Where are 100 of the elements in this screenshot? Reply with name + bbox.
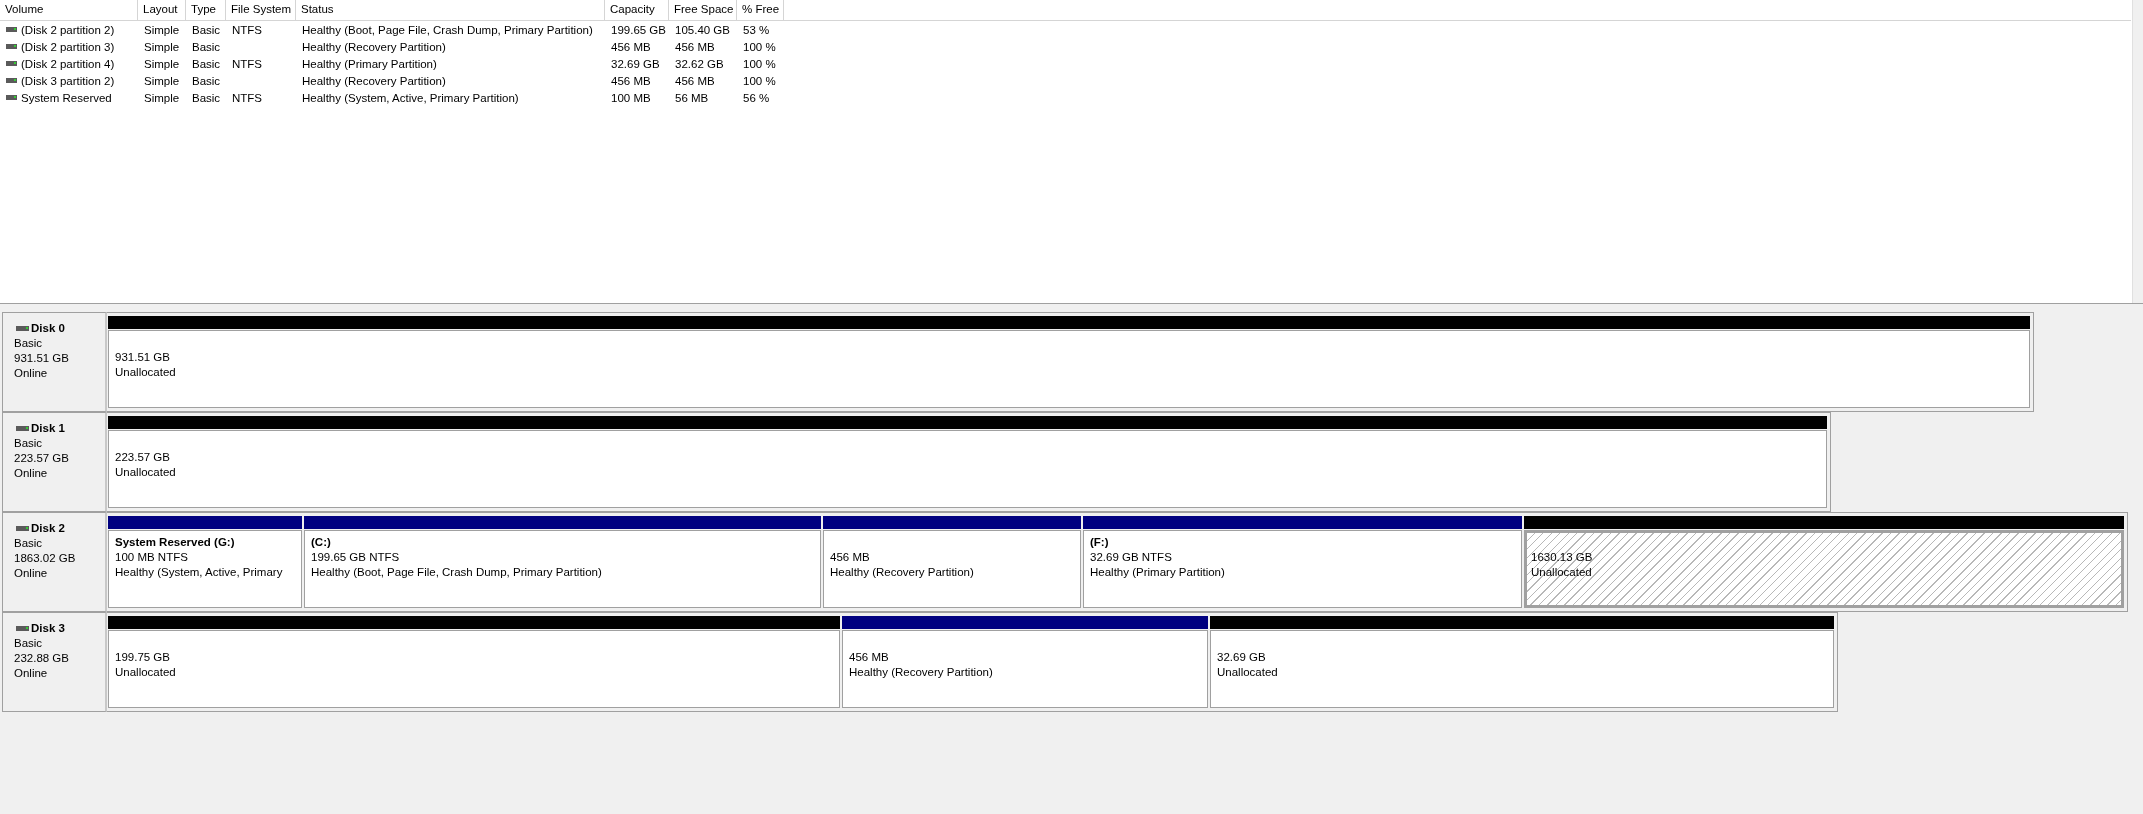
partition-size: 931.51 GB [115,350,171,365]
table-cell: 456 MB [675,74,715,87]
table-cell: 56 % [743,91,770,104]
column-header[interactable]: Capacity [605,0,669,20]
table-cell: 100 % [743,40,776,53]
partition-box[interactable]: 931.51 GB Unallocated [108,330,2030,408]
table-cell: (Disk 3 partition 2) [21,74,115,87]
disk-name: Disk 2 [31,521,65,536]
volume-row[interactable]: (Disk 3 partition 2) Simple Basic Healthy (Recovery Partition) 456 MB 456 MB 100 % [0,72,2131,89]
disk-size: 1863.02 GB [14,551,77,566]
disk-type: Basic [14,436,44,451]
column-header[interactable]: Volume [0,0,138,20]
partition-status: Unallocated [115,365,177,380]
table-cell: (Disk 2 partition 4) [21,57,115,70]
table-cell: Simple [144,40,180,53]
table-cell: 456 MB [611,74,651,87]
partition-size: 32.69 GB NTFS [1090,550,1173,565]
table-cell: 199.65 GB [611,23,666,36]
table-cell: 32.69 GB [611,57,660,70]
partition-status: Healthy (Boot, Page File, Crash Dump, Primary Partition) [311,565,603,580]
partition-box[interactable]: (F:) 32.69 GB NTFS Healthy (Primary Partition) [1083,530,1522,608]
table-cell: (Disk 2 partition 3) [21,40,115,53]
table-cell: NTFS [232,23,263,36]
volume-row[interactable]: (Disk 2 partition 3) Simple Basic Healthy (Recovery Partition) 456 MB 456 MB 100 % [0,38,2131,55]
column-header[interactable]: Type [186,0,226,20]
disk-size: 232.88 GB [14,651,70,666]
table-cell: 100 MB [611,91,651,104]
partition-box[interactable]: 456 MB Healthy (Recovery Partition) [842,630,1208,708]
disk-type: Basic [14,336,44,351]
disk-label-panel[interactable]: Disk 0 Basic 931.51 GB Online [2,312,107,412]
partition-size: 1630.13 GB [1531,550,1594,565]
column-header[interactable]: Free Space [669,0,737,20]
partition-status: Healthy (Primary Partition) [1090,565,1226,580]
disk-type: Basic [14,636,44,651]
table-cell: 100 % [743,57,776,70]
table-cell: Healthy (Recovery Partition) [302,74,446,87]
partition-status: Unallocated [115,465,177,480]
column-header[interactable]: File System [226,0,296,20]
table-cell: (Disk 2 partition 2) [21,23,115,36]
partition-box[interactable]: 1630.13 GB Unallocated [1524,530,2124,608]
table-cell: Basic [192,57,221,70]
partition-size: 456 MB [849,650,890,665]
partition-title: (F:) [1090,535,1110,550]
disk-status: Online [14,366,49,381]
scrollbar[interactable] [2132,0,2143,303]
disk-name: Disk 3 [31,621,65,636]
drive-icon [16,326,29,331]
drive-icon [16,426,29,431]
partition-title: System Reserved (G:) [115,535,236,550]
volume-row[interactable]: (Disk 2 partition 2) Simple Basic NTFS Healthy (Boot, Page File, Crash Dump, Primary Partition) 199.65 GB 105.40 GB 53 % [0,21,2131,38]
partition-status: Healthy (Recovery Partition) [830,565,975,580]
drive-icon [6,44,17,49]
disk-label-panel[interactable]: Disk 2 Basic 1863.02 GB Online [2,512,107,612]
disk-size: 223.57 GB [14,451,70,466]
table-cell: Healthy (System, Active, Primary Partition) [302,91,519,104]
table-cell: Simple [144,57,180,70]
partition-size: 32.69 GB [1217,650,1267,665]
disk-type: Basic [14,536,44,551]
table-cell: 100 % [743,74,776,87]
table-cell: 53 % [743,23,770,36]
partition-box[interactable]: 223.57 GB Unallocated [108,430,1827,508]
partition-status: Healthy (Recovery Partition) [849,665,994,680]
table-cell: Basic [192,74,221,87]
table-cell: 456 MB [611,40,651,53]
drive-icon [6,61,17,66]
drive-icon [16,526,29,531]
table-cell: NTFS [232,91,263,104]
table-cell: Healthy (Recovery Partition) [302,40,446,53]
table-cell: 105.40 GB [675,23,730,36]
partition-status: Unallocated [1217,665,1279,680]
table-cell: 456 MB [675,40,715,53]
column-header[interactable]: Layout [138,0,186,20]
drive-icon [6,78,17,83]
partition-size: 199.65 GB NTFS [311,550,401,565]
drive-icon [16,626,29,631]
volume-row[interactable]: System Reserved Simple Basic NTFS Healthy (System, Active, Primary Partition) 100 MB 56 MB 56 % [0,89,2131,106]
column-header[interactable]: % Free [737,0,784,20]
table-cell: System Reserved [21,91,112,104]
partition-size: 199.75 GB [115,650,171,665]
column-header[interactable]: Status [296,0,605,20]
partition-box[interactable]: 32.69 GB Unallocated [1210,630,1834,708]
disk-name: Disk 0 [31,321,65,336]
table-cell: Simple [144,74,180,87]
disk-label-panel[interactable]: Disk 1 Basic 223.57 GB Online [2,412,107,512]
volume-row[interactable]: (Disk 2 partition 4) Simple Basic NTFS Healthy (Primary Partition) 32.69 GB 32.62 GB 100 % [0,55,2131,72]
partition-size: 456 MB [830,550,871,565]
partition-box[interactable]: 199.75 GB Unallocated [108,630,840,708]
table-cell: 56 MB [675,91,709,104]
disk-label-panel[interactable]: Disk 3 Basic 232.88 GB Online [2,612,107,712]
disk-status: Online [14,666,49,681]
table-cell: Basic [192,23,221,36]
partition-title: (C:) [311,535,332,550]
partition-box[interactable]: System Reserved (G:) 100 MB NTFS Healthy (System, Active, Primary [108,530,302,608]
drive-icon [6,27,17,32]
partition-box[interactable]: (C:) 199.65 GB NTFS Healthy (Boot, Page File, Crash Dump, Primary Partition) [304,530,821,608]
table-cell: Healthy (Boot, Page File, Crash Dump, Primary Partition) [302,23,593,36]
table-cell: 32.62 GB [675,57,724,70]
partition-box[interactable]: 456 MB Healthy (Recovery Partition) [823,530,1081,608]
drive-icon [6,95,17,100]
disk-status: Online [14,566,49,581]
